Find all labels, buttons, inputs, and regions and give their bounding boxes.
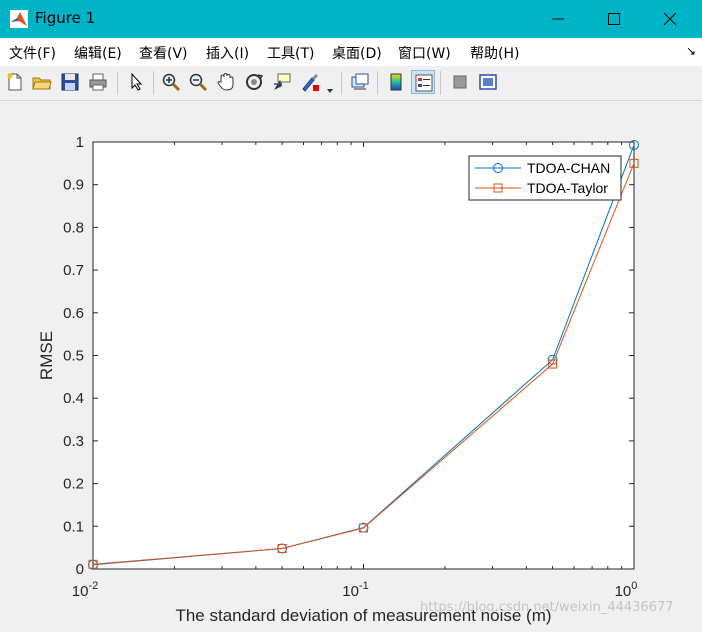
close-button[interactable] [642, 0, 698, 38]
zoom-out-button[interactable] [186, 70, 210, 94]
close-icon [663, 12, 677, 26]
toolbar-separator [117, 71, 118, 95]
pointer-icon [131, 72, 143, 91]
minimize-icon [552, 18, 564, 20]
y-tick-label: 0.1 [63, 518, 84, 535]
show-plot-tools-icon [479, 74, 497, 90]
link-plot-button[interactable] [348, 70, 372, 94]
brush-icon [302, 74, 319, 92]
rotate-3d-icon [246, 74, 264, 90]
pan-button[interactable] [214, 70, 238, 94]
zoom-in-icon [162, 73, 181, 92]
y-tick-label: 0.2 [63, 476, 84, 493]
hide-plot-tools-button[interactable] [448, 70, 472, 94]
y-tick-label: 0.7 [63, 262, 84, 279]
menu-desktop[interactable]: 桌面(D) [332, 43, 382, 63]
x-tick-label: 100 [615, 580, 638, 600]
legend-entry-label: TDOA-CHAN [527, 160, 610, 176]
toolbar-separator [341, 71, 342, 95]
legend-entry-label: TDOA-Taylor [527, 180, 608, 196]
y-tick-label: 0 [76, 561, 84, 578]
window-titlebar: Figure 1 [0, 0, 702, 38]
y-tick-label: 0.5 [63, 348, 84, 365]
data-cursor-button[interactable] [270, 70, 294, 94]
colorbar-button[interactable] [384, 70, 408, 94]
show-plot-tools-button[interactable] [476, 70, 500, 94]
matlab-logo-icon [10, 10, 28, 28]
y-tick-label: 0.4 [63, 390, 84, 407]
pan-hand-icon [217, 72, 234, 91]
open-file-icon [32, 77, 52, 90]
menu-edit[interactable]: 编辑(E) [74, 43, 122, 63]
save-icon [61, 73, 79, 91]
menu-bar: 文件(F) 编辑(E) 查看(V) 插入(I) 工具(T) 桌面(D) 窗口(W… [0, 38, 702, 66]
minimize-button[interactable] [530, 0, 586, 38]
toolbar-separator [377, 71, 378, 95]
maximize-icon [608, 13, 620, 25]
y-tick-label: 0.8 [63, 219, 84, 236]
window-title: Figure 1 [35, 9, 96, 27]
hide-plot-tools-icon [453, 75, 467, 89]
menu-tools[interactable]: 工具(T) [267, 43, 314, 63]
new-figure-icon [7, 73, 22, 91]
y-tick-label: 0.6 [63, 305, 84, 322]
line-chart[interactable]: 0 0.1 0.2 0.3 0.4 0.5 0.6 0.7 0.8 0.9 1 10-2 10-1 100… [0, 101, 702, 628]
figure-toolbar [0, 66, 702, 101]
dock-arrow-icon[interactable]: ↘ [686, 44, 696, 58]
legend-button[interactable] [411, 70, 435, 94]
open-file-button[interactable] [30, 70, 54, 94]
chevron-down-icon [327, 89, 333, 93]
x-tick-label: 10-2 [72, 580, 98, 600]
y-tick-label: 0.9 [63, 177, 84, 194]
pointer-button[interactable] [124, 70, 148, 94]
menu-view[interactable]: 查看(V) [139, 43, 188, 63]
figure-canvas: 0 0.1 0.2 0.3 0.4 0.5 0.6 0.7 0.8 0.9 1 10-2 10-1 100… [0, 101, 702, 632]
toolbar-separator [153, 71, 154, 95]
x-tick-label: 10-1 [342, 580, 368, 600]
zoom-out-icon [189, 73, 208, 92]
legend-icon [415, 74, 433, 92]
print-button[interactable] [86, 70, 110, 94]
watermark-text: https://blog.csdn.net/weixin_44436677 [420, 600, 674, 615]
link-plot-icon [351, 73, 369, 90]
y-tick-label: 0.3 [63, 433, 84, 450]
y-axis-label: RMSE [37, 331, 56, 380]
rotate-3d-button[interactable] [242, 70, 266, 94]
menu-window[interactable]: 窗口(W) [398, 43, 451, 63]
brush-dropdown-arrow[interactable] [326, 80, 334, 93]
new-figure-button[interactable] [3, 70, 27, 94]
save-button[interactable] [58, 70, 82, 94]
print-icon [89, 73, 107, 91]
brush-button[interactable] [298, 70, 322, 94]
data-cursor-icon [274, 73, 291, 90]
menu-help[interactable]: 帮助(H) [470, 43, 519, 63]
zoom-in-button[interactable] [159, 70, 183, 94]
menu-insert[interactable]: 插入(I) [206, 43, 249, 63]
toolbar-separator [440, 71, 441, 95]
menu-file[interactable]: 文件(F) [9, 43, 56, 63]
y-tick-label: 1 [76, 134, 84, 151]
maximize-button[interactable] [586, 0, 642, 38]
colorbar-icon [390, 73, 402, 91]
